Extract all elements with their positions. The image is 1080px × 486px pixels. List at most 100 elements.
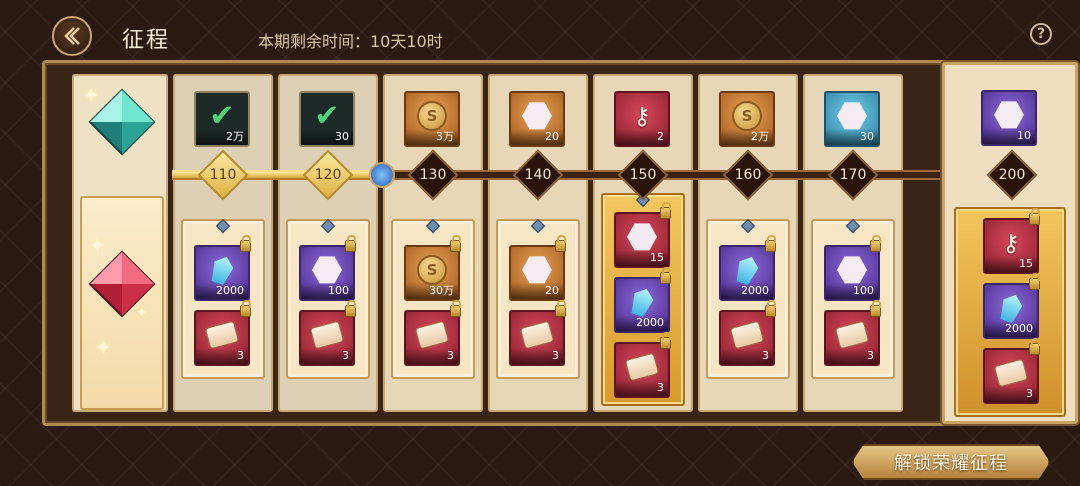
preview-free-reward[interactable]: 10 — [981, 90, 1037, 146]
premium-reward-item[interactable]: 3 — [824, 310, 880, 366]
lock-icon — [660, 202, 671, 219]
lock-icon — [240, 235, 251, 252]
paw-fragment-icon — [837, 102, 867, 130]
premium-reward-item[interactable]: 3 — [719, 310, 775, 366]
reward-quantity: 3 — [985, 386, 1037, 402]
premium-reward-item[interactable]: 3 — [509, 310, 565, 366]
paw-fragment-icon — [837, 256, 867, 284]
reward-quantity: 2000 — [985, 321, 1037, 337]
lock-icon — [1029, 208, 1040, 225]
premium-reward-item[interactable]: 3 — [614, 342, 670, 398]
lock-icon — [660, 332, 671, 349]
level-badge: 160 — [722, 149, 774, 201]
reward-quantity: 10 — [983, 128, 1035, 144]
reward-quantity: 2000 — [721, 283, 773, 299]
premium-reward-item[interactable]: S 30万 — [404, 245, 460, 301]
help-button[interactable]: ? — [1030, 23, 1052, 45]
paw-fragment-icon — [627, 223, 657, 251]
free-reward-item[interactable]: ⚷ 2 — [614, 91, 670, 147]
summon-ticket-icon — [729, 320, 765, 350]
lock-icon — [660, 267, 671, 284]
reward-quantity: 3万 — [406, 129, 458, 145]
sparkle-icon: ✦ — [82, 84, 101, 109]
premium-reward-item[interactable]: 100 — [824, 245, 880, 301]
lock-icon — [240, 300, 251, 317]
reward-quantity: 30 — [301, 129, 353, 145]
reward-quantity: 2万 — [196, 129, 248, 145]
lock-icon — [870, 300, 881, 317]
reward-quantity: 100 — [301, 283, 353, 299]
reward-quantity: 30万 — [406, 283, 458, 299]
premium-reward-item[interactable]: 2000 — [194, 245, 250, 301]
reward-quantity: 3 — [721, 348, 773, 364]
summon-ticket-icon — [414, 320, 450, 350]
lock-icon — [555, 235, 566, 252]
reward-quantity: 2 — [616, 129, 668, 145]
reward-quantity: 15 — [985, 256, 1037, 272]
reward-quantity: 3 — [826, 348, 878, 364]
reward-quantity: 2000 — [616, 315, 668, 331]
reward-quantity: 3 — [616, 380, 668, 396]
level-badge: 130 — [407, 149, 459, 201]
reward-quantity: 3 — [301, 348, 353, 364]
premium-reward-item[interactable]: 2000 — [614, 277, 670, 333]
summon-ticket-icon — [624, 352, 660, 382]
crystal-icon — [628, 285, 656, 318]
reward-quantity: 3 — [406, 348, 458, 364]
preview-premium-item[interactable]: ⚷ 15 — [983, 218, 1039, 274]
level-badge: 110 — [197, 149, 249, 201]
gold-coin-icon: S — [417, 100, 447, 131]
lock-icon — [765, 300, 776, 317]
free-reward-item[interactable]: 20 — [509, 91, 565, 147]
unlock-button-label: 解锁荣耀征程 — [894, 453, 1008, 474]
progress-marker-icon — [369, 162, 395, 188]
gold-coin-icon: S — [732, 100, 762, 131]
preview-premium-item[interactable]: 3 — [983, 348, 1039, 404]
back-button[interactable] — [52, 16, 92, 56]
reward-quantity: 2万 — [721, 129, 773, 145]
premium-reward-item[interactable]: 3 — [299, 310, 355, 366]
page-title: 征程 — [122, 28, 171, 53]
sparkle-icon: ✦ — [88, 234, 107, 259]
reward-quantity: 3 — [511, 348, 563, 364]
summon-ticket-icon — [519, 320, 555, 350]
sparkle-icon: ✦ — [94, 336, 113, 361]
premium-reward-item[interactable]: 15 — [614, 212, 670, 268]
reward-quantity: 3 — [196, 348, 248, 364]
free-reward-item[interactable]: 30 — [824, 91, 880, 147]
reward-quantity: 30 — [826, 129, 878, 145]
key-icon: ⚷ — [633, 101, 651, 130]
unlock-glory-journey-button[interactable]: 解锁荣耀征程 — [852, 444, 1050, 480]
level-badge: 140 — [512, 149, 564, 201]
paw-fragment-icon — [312, 256, 342, 284]
preview-premium-item[interactable]: 2000 — [983, 283, 1039, 339]
milestone-level-badge: 200 — [986, 149, 1038, 201]
lock-icon — [765, 235, 776, 252]
gold-coin-icon: S — [417, 254, 447, 285]
lock-icon — [1029, 338, 1040, 355]
premium-reward-item[interactable]: 100 — [299, 245, 355, 301]
paw-fragment-icon — [994, 101, 1024, 129]
lock-icon — [450, 300, 461, 317]
reward-quantity: 15 — [616, 250, 668, 266]
reward-quantity: 100 — [826, 283, 878, 299]
lock-icon — [555, 300, 566, 317]
free-reward-item[interactable]: S 3万 — [404, 91, 460, 147]
premium-reward-item[interactable]: 3 — [194, 310, 250, 366]
level-badge: 150 — [617, 149, 669, 201]
lock-icon — [1029, 273, 1040, 290]
free-reward-item[interactable]: ✔ 2万 — [194, 91, 250, 147]
premium-reward-item[interactable]: 20 — [509, 245, 565, 301]
summon-ticket-icon — [309, 320, 345, 350]
premium-reward-item[interactable]: 2000 — [719, 245, 775, 301]
free-reward-item[interactable]: S 2万 — [719, 91, 775, 147]
premium-reward-item[interactable]: 3 — [404, 310, 460, 366]
key-icon: ⚷ — [1002, 228, 1020, 257]
lock-icon — [870, 235, 881, 252]
crystal-icon — [733, 253, 761, 286]
summon-ticket-icon — [993, 358, 1029, 388]
reward-quantity: 2000 — [196, 283, 248, 299]
level-badge: 120 — [302, 149, 354, 201]
free-reward-item[interactable]: ✔ 30 — [299, 91, 355, 147]
paw-fragment-icon — [522, 102, 552, 130]
